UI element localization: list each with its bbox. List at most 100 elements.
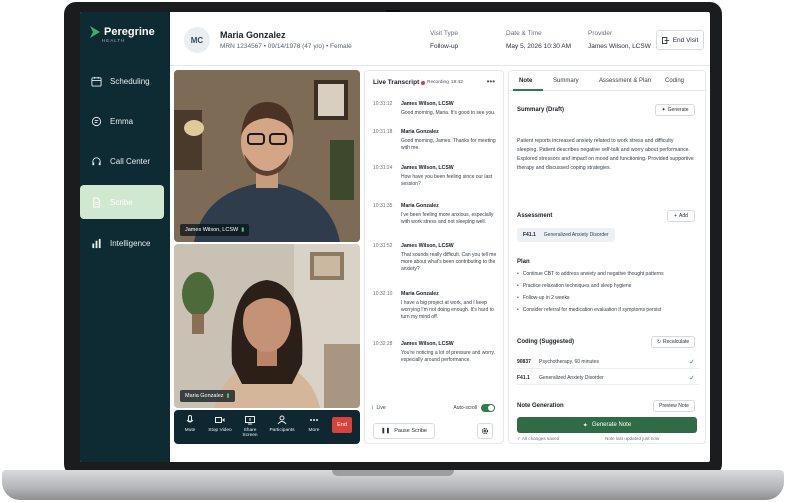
end-call-button[interactable]: End xyxy=(332,417,352,433)
video-camera-icon xyxy=(215,417,225,423)
tab-note[interactable]: Note xyxy=(519,78,532,84)
peregrine-logo-icon xyxy=(90,26,100,38)
generate-note-button[interactable]: ✦ Generate Note xyxy=(517,417,697,433)
sidebar-item-call-center[interactable]: Call Center xyxy=(80,144,164,178)
entry-speaker: James Wilson, LCSW xyxy=(401,165,454,171)
video-tile-provider: James Wilson, LCSW ▮ xyxy=(174,70,360,242)
recalculate-button[interactable]: ↻ Recalculate xyxy=(651,336,695,348)
live-status-row: ⌇ Live Auto-scroll xyxy=(371,401,499,415)
sidebar-item-scribe[interactable]: Scribe xyxy=(80,185,164,219)
generate-summary-button[interactable]: ✦ Generate xyxy=(655,104,695,116)
assessment-desc: Generalized Anxiety Disorder xyxy=(543,232,609,238)
end-visit-button[interactable]: End Visit xyxy=(656,30,704,50)
share-screen-button[interactable]: Share Screen xyxy=(236,415,264,438)
settings-button[interactable] xyxy=(477,423,493,439)
assessment-chip[interactable]: F41.1 Generalized Anxiety Disorder xyxy=(517,228,615,242)
microphone-icon xyxy=(186,415,194,423)
tab-summary[interactable]: Summary xyxy=(553,78,579,84)
participants-icon xyxy=(277,415,287,425)
check-icon: ✓ xyxy=(689,374,695,382)
brand-name: Peregrine xyxy=(104,26,155,38)
document-icon xyxy=(93,196,100,208)
autoscroll-label: Auto-scroll xyxy=(453,405,477,411)
brand-logo: Peregrine xyxy=(90,26,155,38)
exit-icon xyxy=(661,36,669,44)
video-tile-patient: Maria Gonzalez ▮ xyxy=(174,244,360,408)
patient-meta: MRN 1234567 • 09/14/1978 (47 y/o) • Fema… xyxy=(220,43,352,50)
plus-icon: + xyxy=(674,213,677,219)
generate-label: Generate xyxy=(667,107,689,113)
transcript-title: Live Transcript xyxy=(373,79,420,86)
visit-type-label: Visit Type xyxy=(430,30,458,37)
code-desc: Psychotherapy, 60 minutes xyxy=(539,358,599,365)
entry-time: 10:31:52 xyxy=(373,243,393,249)
sidebar: Peregrine HEALTH Scheduling Emma Call Ce… xyxy=(80,12,170,462)
generate-note-label: Generate Note xyxy=(591,422,632,428)
chat-icon xyxy=(91,116,102,126)
sidebar-item-intelligence[interactable]: Intelligence xyxy=(80,226,164,260)
share-screen-label: Share Screen xyxy=(242,428,258,438)
preview-note-button[interactable]: Preview Note xyxy=(653,400,695,412)
assessment-title: Assessment xyxy=(517,213,553,219)
visit-type: Visit Type Follow-up xyxy=(430,30,458,50)
pause-scribe-label: Pause Scribe xyxy=(394,428,427,434)
plan-item: • Practice relaxation techniques and slee… xyxy=(517,283,632,289)
mute-button[interactable]: Mute xyxy=(176,415,204,433)
bar-chart-icon xyxy=(92,238,101,248)
check-icon: ✓ xyxy=(517,436,521,441)
calendar-icon xyxy=(91,76,102,87)
patient-video-feed xyxy=(174,244,360,408)
live-label: Live xyxy=(376,405,386,411)
more-options-icon[interactable]: ••• xyxy=(487,77,495,86)
plan-item-text: Continue CBT to address anxiety and nega… xyxy=(522,271,664,277)
plan-item-text: Practice relaxation techniques and sleep… xyxy=(522,283,632,289)
note-tabs: Note Summary Assessment & Plan Coding xyxy=(509,71,707,91)
tab-coding[interactable]: Coding xyxy=(665,78,684,84)
entry-time: 10:32:10 xyxy=(373,291,393,297)
entry-text: Good morning, James. Thanks for meeting … xyxy=(401,138,496,151)
participants-button[interactable]: Participants xyxy=(268,415,296,433)
more-button[interactable]: More xyxy=(300,415,328,433)
add-assessment-button[interactable]: + Add xyxy=(667,210,695,222)
tab-assessment-plan[interactable]: Assessment & Plan xyxy=(599,78,651,84)
refresh-icon: ↻ xyxy=(656,339,662,345)
code-row[interactable]: 90837 Psychotherapy, 60 minutes ✓ xyxy=(517,355,699,369)
autoscroll-toggle[interactable] xyxy=(481,404,495,412)
recording-dot-icon xyxy=(421,80,425,85)
summary-title: Summary (Draft) xyxy=(517,107,565,113)
recalculate-label: Recalculate xyxy=(663,339,690,345)
entry-text: That sounds really difficult. Can you te… xyxy=(401,252,497,272)
recording-label: Recording xyxy=(427,80,449,85)
pause-icon: ❚❚ xyxy=(381,428,391,434)
code-row[interactable]: F41.1 Generalized Anxiety Disorder ✓ xyxy=(517,371,699,385)
assessment-code: F41.1 xyxy=(523,232,536,238)
plan-item-text: Consider referral for medication evaluat… xyxy=(522,307,662,313)
datetime-value: May 5, 2026 10:30 AM xyxy=(506,43,572,50)
entry-speaker: Maria Gonzalez xyxy=(401,203,439,209)
entry-speaker: James Wilson, LCSW xyxy=(401,243,454,249)
sidebar-item-emma[interactable]: Emma xyxy=(80,104,164,138)
plan-item-text: Follow-up in 2 weeks xyxy=(522,295,570,301)
pause-scribe-button[interactable]: ❚❚ Pause Scribe xyxy=(373,423,435,439)
saved-status: ✓ All changes saved xyxy=(517,436,559,442)
gear-icon xyxy=(481,427,489,435)
recording-indicator: Recording 18:42 xyxy=(421,80,463,85)
entry-text: Good morning, Maria. It's good to see yo… xyxy=(401,110,496,116)
more-label: More xyxy=(308,428,320,433)
signal-icon: ▮ xyxy=(241,227,245,233)
check-icon: ✓ xyxy=(689,358,695,366)
visit-type-value: Follow-up xyxy=(430,43,459,50)
plan-item: • Consider referral for medication evalua… xyxy=(517,307,662,313)
recording-time: 18:42 xyxy=(450,80,463,85)
sidebar-item-scheduling[interactable]: Scheduling xyxy=(80,64,164,98)
entry-speaker: Maria Gonzalez xyxy=(401,291,439,297)
participant-name: Maria Gonzalez xyxy=(185,393,224,399)
entry-speaker: Maria Gonzalez xyxy=(401,129,439,135)
live-wave-icon: ⌇ xyxy=(371,405,374,411)
laptop-base xyxy=(2,470,784,500)
stop-video-button[interactable]: Stop Video xyxy=(206,415,234,433)
entry-speaker: James Wilson, LCSW xyxy=(401,341,454,347)
summary-text[interactable]: Patient reports increased anxiety relate… xyxy=(517,137,695,173)
plan-title: Plan xyxy=(517,259,530,265)
stop-video-label: Stop Video xyxy=(208,428,232,433)
